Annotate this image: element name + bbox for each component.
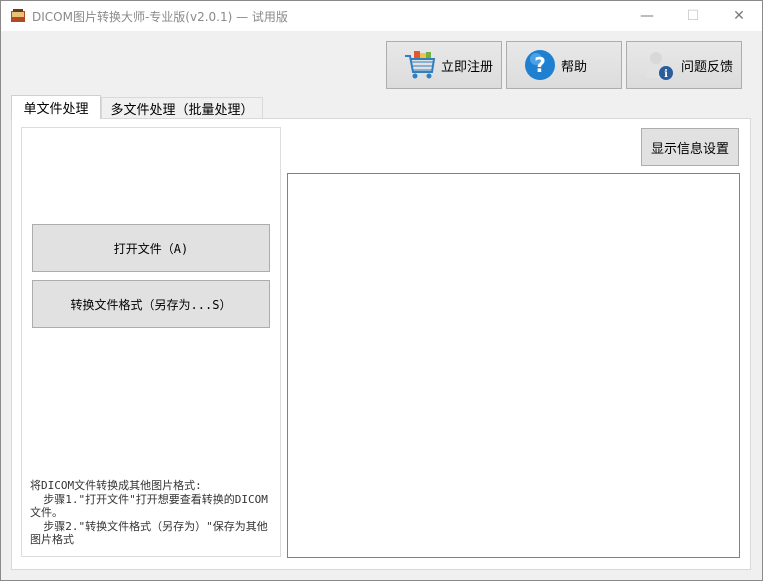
instruction-line: 将DICOM文件转换成其他图片格式: xyxy=(30,479,202,492)
tab-batch-files[interactable]: 多文件处理（批量处理） xyxy=(101,97,263,118)
help-label: 帮助 xyxy=(561,59,588,75)
window-title: DICOM图片转换大师-专业版(v2.0.1) — 试用版 xyxy=(32,10,288,24)
instructions-text: 将DICOM文件转换成其他图片格式: 步骤1."打开文件"打开想要查看转换的DI… xyxy=(30,479,275,547)
open-file-button[interactable]: 打开文件（A) xyxy=(32,224,270,272)
image-preview-area xyxy=(287,173,740,558)
register-label: 立即注册 xyxy=(441,59,494,75)
close-button[interactable]: ✕ xyxy=(716,1,762,31)
feedback-button[interactable]: i 问题反馈 xyxy=(626,41,742,89)
register-button[interactable]: 立即注册 xyxy=(386,41,502,89)
user-info-icon: i xyxy=(646,52,673,80)
question-icon: ? xyxy=(525,50,555,80)
svg-text:i: i xyxy=(664,69,668,80)
minimize-icon: — xyxy=(640,8,654,24)
instruction-line: 步骤2."转换文件格式（另存为）"保存为其他图片格式 xyxy=(30,519,268,547)
close-icon: ✕ xyxy=(733,8,745,24)
title-bar[interactable]: DICOM图片转换大师-专业版(v2.0.1) — 试用版 — ☐ ✕ xyxy=(1,1,762,31)
svg-text:?: ? xyxy=(534,53,546,77)
help-button[interactable]: ? 帮助 xyxy=(506,41,622,89)
app-icon xyxy=(11,9,25,22)
convert-format-button[interactable]: 转换文件格式（另存为...S） xyxy=(32,280,270,328)
instruction-line: 步骤1."打开文件"打开想要查看转换的DICOM文件。 xyxy=(30,492,268,520)
maximize-button[interactable]: ☐ xyxy=(670,1,716,31)
display-settings-button[interactable]: 显示信息设置 xyxy=(641,128,739,166)
maximize-icon: ☐ xyxy=(686,8,700,24)
feedback-label: 问题反馈 xyxy=(681,59,734,75)
tab-single-file[interactable]: 单文件处理 xyxy=(11,95,101,119)
shopping-cart-icon xyxy=(405,51,436,79)
minimize-button[interactable]: — xyxy=(624,1,670,31)
